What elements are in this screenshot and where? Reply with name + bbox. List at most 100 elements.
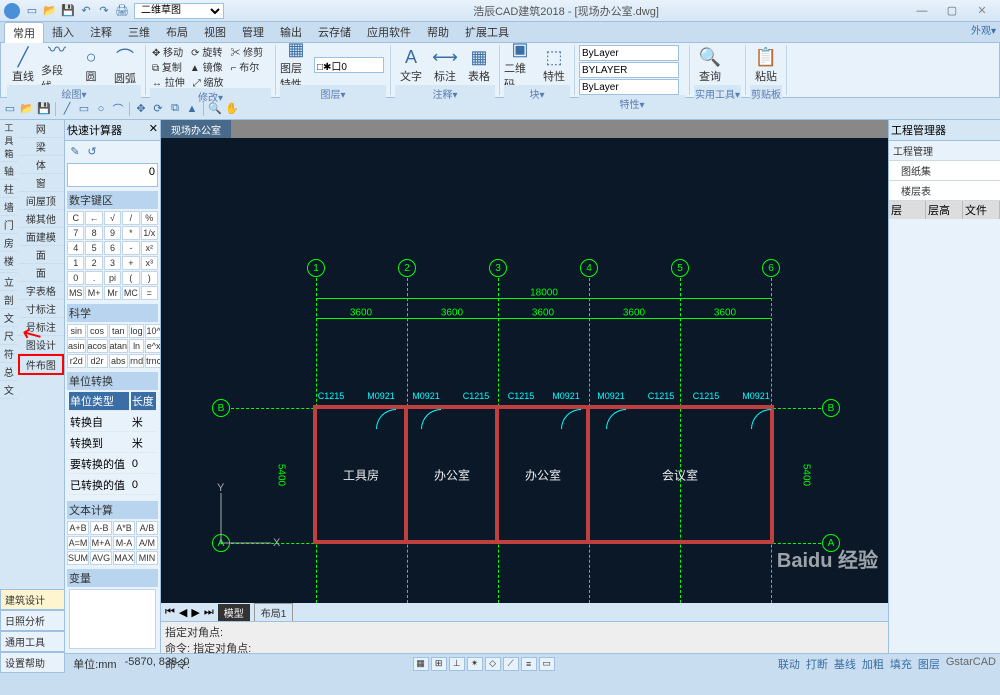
calc-key[interactable]: A=M	[67, 536, 89, 550]
calc-key[interactable]: M-A	[113, 536, 135, 550]
calc-key[interactable]: x³	[141, 256, 158, 270]
tb-copy-icon[interactable]: ⧉	[167, 101, 183, 117]
calc-key[interactable]: M+A	[90, 536, 112, 550]
doc-tab-active[interactable]: 现场办公室	[161, 120, 231, 138]
tb-zoom-icon[interactable]: 🔍	[207, 101, 223, 117]
calc-key[interactable]: )	[141, 271, 158, 285]
dim-button[interactable]: ⟷标注	[429, 45, 461, 85]
qr-button[interactable]: ▣二维码	[504, 45, 536, 85]
toolbox-item[interactable]: 总	[0, 363, 18, 381]
paste-button[interactable]: 📋粘贴	[750, 45, 782, 85]
tb-rotate-icon[interactable]: ⟳	[150, 101, 166, 117]
calc-key[interactable]: asin	[67, 339, 86, 353]
calc-key[interactable]: *	[122, 226, 139, 240]
nav-first-icon[interactable]: ⏮	[165, 606, 175, 619]
calc-tool-icon[interactable]: ✎	[67, 143, 83, 159]
layer-select[interactable]	[314, 57, 384, 73]
tab-view[interactable]: 视图	[196, 22, 234, 42]
toolbox-item[interactable]: 尺	[0, 327, 18, 345]
mirror-button[interactable]: ▲ 镜像	[188, 60, 225, 73]
tab-manage[interactable]: 管理	[234, 22, 272, 42]
var-area[interactable]	[69, 589, 156, 649]
tab-annotate[interactable]: 注释	[82, 22, 120, 42]
toolbox-item[interactable]: 图设计	[18, 336, 64, 354]
copy-button[interactable]: ⧉ 复制	[150, 60, 184, 73]
tab-settings-help[interactable]: 设置帮助	[0, 652, 65, 673]
calc-key[interactable]: atan	[109, 339, 129, 353]
calc-key[interactable]: pi	[104, 271, 121, 285]
tb-arc-icon[interactable]: ⌒	[110, 101, 126, 117]
calc-key[interactable]: 3	[104, 256, 121, 270]
appearance-link[interactable]: 外观▾	[971, 22, 996, 37]
toolbox-item[interactable]: 符	[0, 345, 18, 363]
calc-key[interactable]: MS	[67, 286, 84, 300]
calc-key[interactable]: 1	[67, 256, 84, 270]
calc-key[interactable]: A-B	[90, 521, 112, 535]
calc-key[interactable]: ←	[85, 211, 102, 225]
calc-key[interactable]: +	[122, 256, 139, 270]
calc-close-icon[interactable]: ✕	[149, 122, 158, 138]
layer-props-button[interactable]: ▦图层特性	[280, 45, 312, 85]
calc-key[interactable]: 6	[104, 241, 121, 255]
qat-save-icon[interactable]: 💾	[60, 3, 76, 19]
status-fill[interactable]: 填充	[890, 656, 912, 672]
calc-key[interactable]: sin	[67, 324, 86, 338]
calc-key[interactable]: %	[141, 211, 158, 225]
pm-sub[interactable]: 工程管理	[889, 141, 1000, 161]
calc-key[interactable]: MAX	[113, 551, 135, 565]
calc-key[interactable]: log	[129, 324, 144, 338]
toolbox-item[interactable]: 楼	[0, 252, 18, 270]
toolbox-item[interactable]: 网	[18, 120, 64, 138]
linetype-select[interactable]	[579, 79, 679, 95]
close-icon[interactable]: ✕	[968, 2, 996, 20]
trim-button[interactable]: ✂ 修剪	[228, 45, 265, 58]
tab-ext[interactable]: 扩展工具	[457, 22, 517, 42]
calc-key[interactable]: 2	[85, 256, 102, 270]
tb-line-icon[interactable]: ╱	[59, 101, 75, 117]
toolbox-item[interactable]: 寸标注	[18, 300, 64, 318]
tab-3d[interactable]: 三维	[120, 22, 158, 42]
toolbox-item[interactable]: 房	[0, 234, 18, 252]
lineweight-select[interactable]	[579, 62, 679, 78]
calc-key[interactable]: ln	[129, 339, 144, 353]
qat-undo-icon[interactable]: ↶	[78, 3, 94, 19]
calc-key[interactable]: A/B	[136, 521, 158, 535]
qat-new-icon[interactable]: ▭	[24, 3, 40, 19]
inquiry-button[interactable]: 🔍查询	[694, 45, 726, 85]
polyline-button[interactable]: 〰多段线	[41, 45, 73, 85]
toolbox-item[interactable]: 号标注	[18, 318, 64, 336]
calc-key[interactable]: 7	[67, 226, 84, 240]
calc-key[interactable]: r2d	[67, 354, 86, 368]
tb-rect-icon[interactable]: ▭	[76, 101, 92, 117]
calc-key[interactable]: Mr	[104, 286, 121, 300]
toolbox-item[interactable]: 窗	[18, 174, 64, 192]
table-button[interactable]: ▦表格	[463, 45, 495, 85]
toolbox-item[interactable]: 立	[0, 273, 18, 291]
rotate-button[interactable]: ⟳ 旋转	[189, 45, 224, 58]
toolbox-item[interactable]: 梁	[18, 138, 64, 156]
tab-app[interactable]: 应用软件	[359, 22, 419, 42]
toolbox-item[interactable]: 面	[18, 264, 64, 282]
tb-mirror-icon[interactable]: ▲	[184, 101, 200, 117]
nav-last-icon[interactable]: ⏭	[204, 606, 214, 619]
calc-tool2-icon[interactable]: ↺	[84, 143, 100, 159]
tab-layout[interactable]: 布局	[158, 22, 196, 42]
toolbox-item[interactable]: 柱	[0, 180, 18, 198]
calc-key[interactable]: 1/x	[141, 226, 158, 240]
toolbox-item[interactable]: 间屋顶	[18, 192, 64, 210]
tab-cloud[interactable]: 云存储	[310, 22, 359, 42]
circle-button[interactable]: ○圆	[75, 45, 107, 85]
tab-arch-design[interactable]: 建筑设计	[0, 589, 65, 610]
stretch-button[interactable]: ↔ 拉伸	[150, 75, 187, 88]
toolbox-item[interactable]: 剖	[0, 291, 18, 309]
toolbox-item[interactable]: 墙	[0, 198, 18, 216]
calc-key[interactable]: MC	[122, 286, 139, 300]
calc-key[interactable]: cos	[87, 324, 108, 338]
tab-home[interactable]: 常用	[4, 22, 44, 43]
color-select[interactable]	[579, 45, 679, 61]
minimize-icon[interactable]: —	[908, 2, 936, 20]
calc-key[interactable]: /	[122, 211, 139, 225]
calc-key[interactable]: -	[122, 241, 139, 255]
calc-key[interactable]: x²	[141, 241, 158, 255]
scale-button[interactable]: ⤢ 缩放	[191, 75, 226, 88]
